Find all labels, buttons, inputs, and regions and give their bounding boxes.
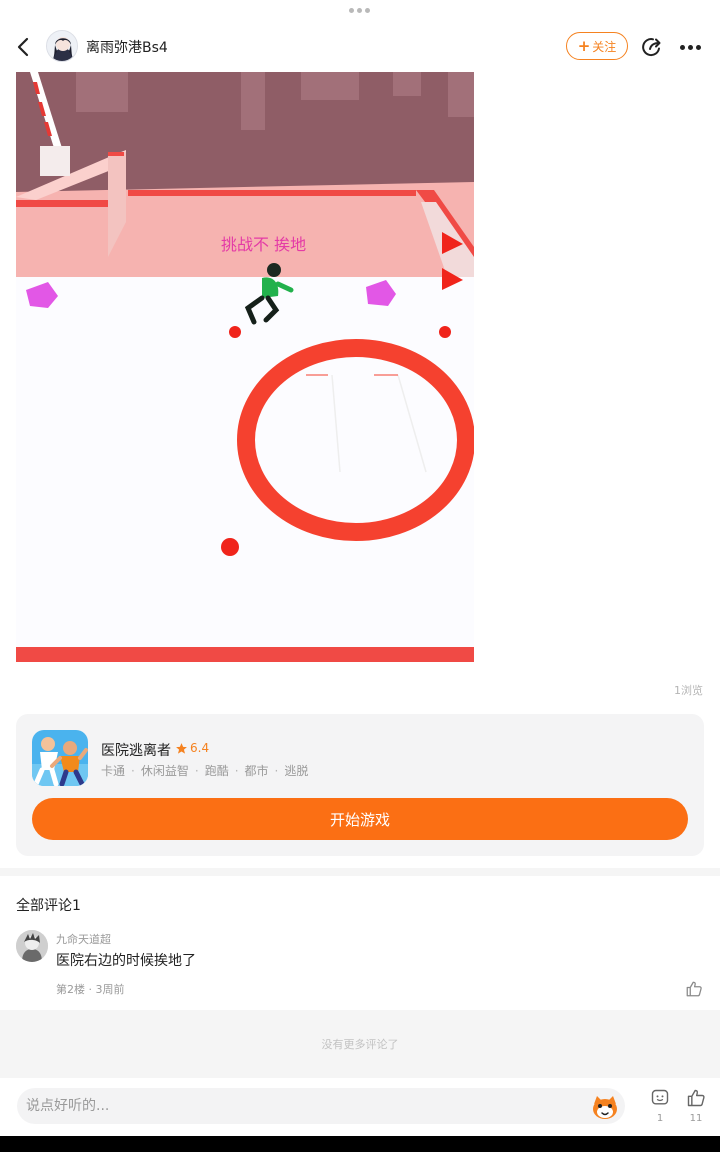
more-dot-icon: [680, 44, 685, 50]
game-tag: 跑酷: [189, 762, 229, 779]
emoji-reaction-button[interactable]: 1: [648, 1088, 672, 1128]
game-icon[interactable]: [32, 730, 88, 786]
game-tag: 都市: [229, 762, 269, 779]
comment-meta: 第2楼 · 3周前: [56, 983, 125, 996]
smiley-icon: [651, 1089, 669, 1105]
commenter-name[interactable]: 九命天道超: [56, 931, 111, 947]
comment-item[interactable]: 九命天道超 医院右边的时候挨地了 第2楼 · 3周前: [0, 926, 720, 1002]
share-button[interactable]: [640, 35, 664, 59]
game-card[interactable]: 医院逃离者 6.4 卡通 休闲益智 跑酷 都市 逃脱 开始游戏: [16, 714, 704, 856]
comment-input[interactable]: [17, 1088, 625, 1124]
thumbs-up-icon: [687, 1089, 705, 1107]
game-tag: 卡通: [101, 764, 126, 778]
back-button[interactable]: [12, 34, 36, 60]
section-divider: [0, 868, 720, 876]
system-nav-bar: [0, 1136, 720, 1152]
plus-icon: +: [577, 36, 591, 55]
game-tag: 休闲益智: [125, 762, 189, 779]
game-tags: 卡通 休闲益智 跑酷 都市 逃脱: [101, 762, 308, 779]
game-rating: 6.4: [175, 741, 209, 755]
like-button[interactable]: 11: [684, 1088, 708, 1128]
comment-text: 医院右边的时候挨地了: [56, 953, 196, 969]
like-count: 11: [689, 1113, 703, 1124]
start-game-button[interactable]: 开始游戏: [32, 798, 688, 840]
comment-like-button[interactable]: [685, 980, 703, 998]
more-button[interactable]: [680, 38, 704, 56]
mascot-icon: [593, 1096, 617, 1119]
star-icon: [176, 742, 187, 754]
bottom-bar: 1 11: [0, 1078, 720, 1136]
emoji-picker-button[interactable]: [590, 1092, 620, 1122]
top-bar: 离雨弥港Bs4 + 关注: [0, 26, 720, 68]
rating-value: 6.4: [190, 741, 210, 755]
post-image[interactable]: 挑战不 挨地: [16, 72, 474, 662]
chevron-left-icon: [17, 37, 29, 57]
game-scene-image: [16, 72, 474, 662]
share-icon: [642, 38, 661, 57]
game-name[interactable]: 医院逃离者: [101, 740, 171, 760]
commenter-avatar[interactable]: [16, 930, 48, 962]
thumbs-up-icon: [686, 981, 702, 997]
username[interactable]: 离雨弥港Bs4: [86, 37, 168, 57]
comments-title: 全部评论1: [16, 898, 81, 914]
follow-label: 关注: [592, 39, 617, 54]
no-more-comments: 没有更多评论了: [0, 1010, 720, 1078]
view-count: 1浏览: [674, 684, 703, 697]
emoji-count: 1: [656, 1113, 664, 1124]
game-tag: 逃脱: [269, 762, 308, 779]
drag-handle[interactable]: [349, 8, 371, 14]
avatar[interactable]: [46, 30, 78, 62]
follow-button[interactable]: + 关注: [566, 32, 628, 60]
image-caption: 挑战不 挨地: [221, 235, 307, 254]
